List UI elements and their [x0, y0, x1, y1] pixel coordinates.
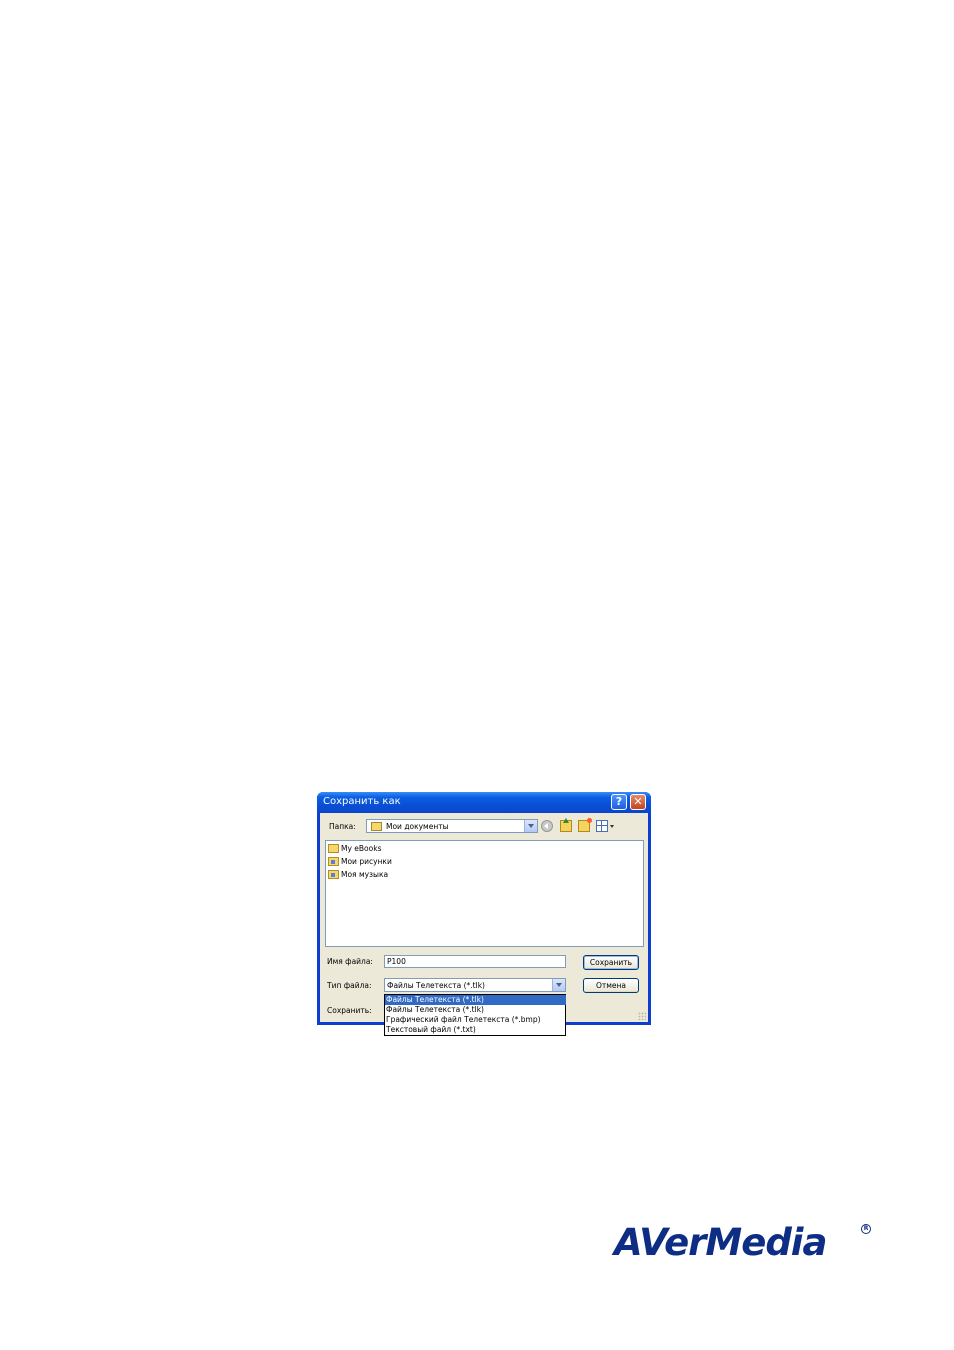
filetype-select[interactable]: Файлы Телетекста (*.tlk) — [384, 978, 566, 992]
help-button[interactable]: ? — [611, 794, 627, 810]
back-icon[interactable] — [541, 820, 553, 832]
folder-value: Мои документы — [386, 822, 449, 831]
music-folder-icon — [328, 870, 339, 879]
dropdown-option[interactable]: Файлы Телетекста (*.tlk) — [385, 995, 566, 1005]
avermedia-logo: AVerMedia R — [614, 1221, 871, 1265]
save-as-dialog: Сохранить как ? ✕ Папка: Мои документы M… — [317, 792, 651, 1036]
dropdown-option[interactable]: Текстовый файл (*.txt) — [385, 1025, 566, 1035]
dropdown-option[interactable]: Файлы Телетекста (*.tlk) — [385, 1005, 566, 1015]
filetype-value: Файлы Телетекста (*.tlk) — [387, 981, 485, 990]
new-folder-icon[interactable] — [578, 818, 592, 832]
list-item-label: Мои рисунки — [341, 857, 392, 866]
dialog-title: Сохранить как — [323, 796, 401, 807]
resize-grip-icon[interactable] — [638, 1012, 646, 1020]
folder-select[interactable]: Мои документы — [366, 819, 538, 833]
chevron-down-icon[interactable] — [552, 979, 565, 991]
file-list[interactable]: My eBooks Мои рисунки Моя музыка — [325, 840, 644, 947]
filetype-dropdown-list[interactable]: Файлы Телетекста (*.tlk) Файлы Телетекст… — [384, 994, 566, 1036]
dialog-body: Папка: Мои документы My eBooks Мои рисун… — [320, 813, 648, 1022]
dropdown-option[interactable]: Графический файл Телетекста (*.bmp) — [385, 1015, 566, 1025]
folder-icon — [328, 844, 339, 853]
filename-label: Имя файла: — [327, 957, 373, 966]
filename-input[interactable]: P100 — [384, 955, 566, 968]
list-item-label: Моя музыка — [341, 870, 389, 879]
save-button[interactable]: Сохранить — [583, 955, 639, 970]
folder-label: Папка: — [329, 822, 356, 831]
chevron-down-icon[interactable] — [524, 820, 537, 832]
cancel-button[interactable]: Отмена — [583, 978, 639, 993]
filetype-label: Тип файла: — [327, 981, 372, 990]
my-documents-icon — [371, 822, 382, 831]
close-button[interactable]: ✕ — [630, 794, 646, 810]
save-in-label: Сохранить: — [327, 1006, 372, 1015]
list-item-label: My eBooks — [341, 844, 382, 853]
up-folder-icon[interactable] — [560, 818, 572, 832]
pictures-folder-icon — [328, 857, 339, 866]
view-menu-icon[interactable] — [596, 820, 608, 832]
view-menu-arrow-icon[interactable] — [610, 825, 614, 828]
logo-text: AVerMedia — [614, 1221, 827, 1264]
title-bar[interactable]: Сохранить как ? ✕ — [317, 792, 651, 813]
registered-mark: R — [861, 1224, 871, 1234]
